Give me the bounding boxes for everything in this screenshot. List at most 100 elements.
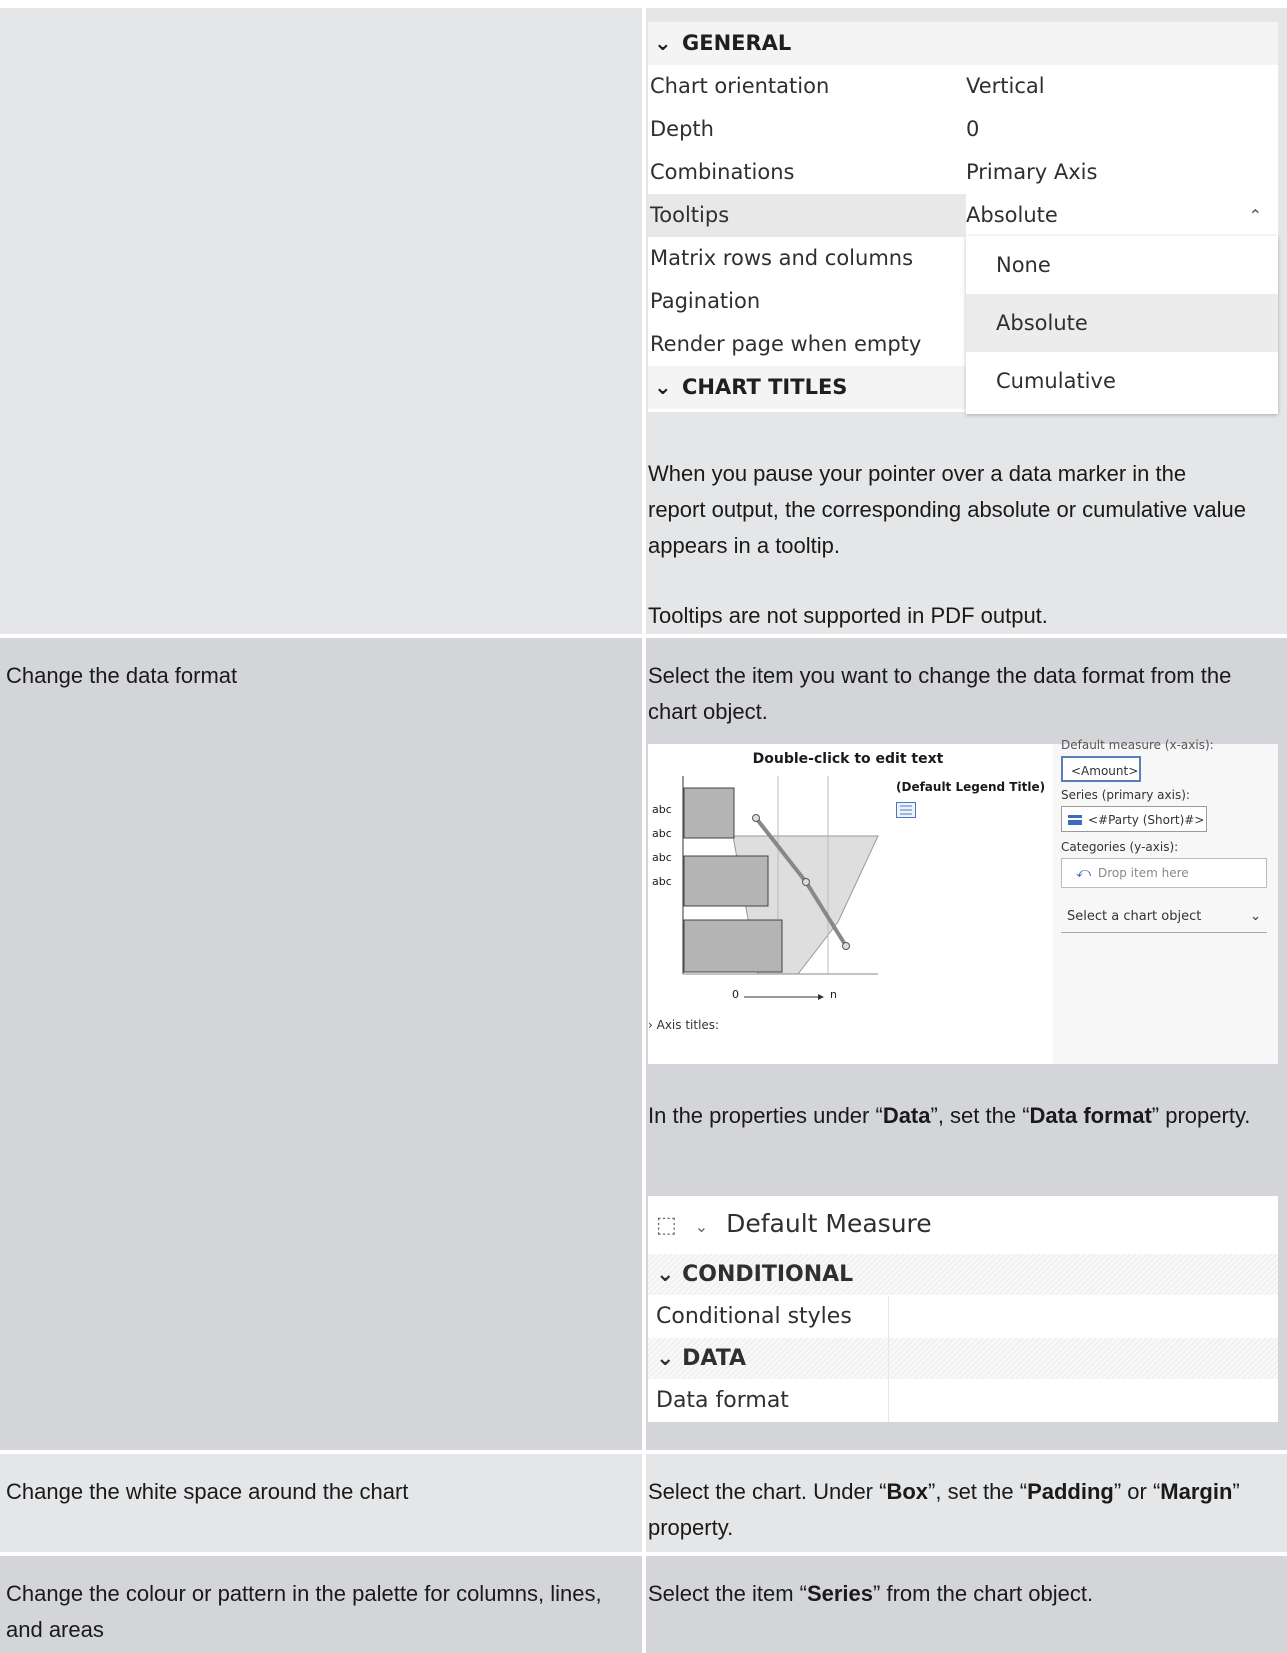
x-axis-arrow-icon (744, 994, 824, 1000)
series-value: <#Party (Short)#> (1088, 813, 1205, 827)
step-set-padding-margin: Select the chart. Under “Box”, set the “… (648, 1474, 1258, 1546)
tooltip-pdf-note: Tooltips are not supported in PDF output… (648, 603, 1048, 628)
emph-box: Box (886, 1479, 929, 1504)
section-chart-titles[interactable]: ⌄ CHART TITLES (648, 366, 966, 409)
drop-arrow-icon: ⤺ (1076, 865, 1091, 881)
categories-label: Categories (y-axis): (1061, 840, 1179, 854)
step-set-data-format: In the properties under “Data”, set the … (648, 1098, 1258, 1134)
y-label: abc (652, 827, 672, 840)
chevron-up-icon[interactable]: ⌃ (1249, 194, 1262, 237)
task-change-white-space: Change the white space around the chart (6, 1479, 409, 1504)
text: In the properties under “ (648, 1103, 883, 1128)
text: Select the item “ (648, 1581, 807, 1606)
section-conditional[interactable]: ⌄ CONDITIONAL (648, 1254, 1278, 1295)
dropdown-option-absolute[interactable]: Absolute (966, 294, 1278, 352)
prop-value: 0 (966, 117, 980, 141)
prop-value: Primary Axis (966, 160, 1098, 184)
dropdown-option-cumulative[interactable]: Cumulative (966, 352, 1278, 410)
prop-row-matrix[interactable]: Matrix rows and columns (648, 237, 966, 280)
y-label: abc (652, 851, 672, 864)
prop-label: Tooltips (650, 203, 730, 227)
step-select-item: Select the item you want to change the d… (648, 663, 1232, 724)
section-general[interactable]: ⌄ GENERAL (648, 22, 1278, 65)
categories-drop-box[interactable]: ⤺ Drop item here (1061, 858, 1267, 888)
properties-panel-general: ⌄ GENERAL Chart orientation Vertical Dep… (648, 22, 1278, 414)
section-data[interactable]: ⌄ DATA (648, 1338, 1278, 1379)
row2-left-cell (0, 638, 642, 1450)
chevron-down-icon[interactable]: ⌄ (685, 1217, 718, 1236)
prop-row-render-empty[interactable]: Render page when empty (648, 323, 966, 366)
prop-row-combinations[interactable]: Combinations Primary Axis (648, 151, 1278, 194)
prop-row-depth[interactable]: Depth 0 (648, 108, 1278, 151)
chevron-down-icon: ⌄ (656, 1262, 675, 1287)
emph-data: Data (882, 1103, 931, 1128)
legend-title[interactable]: (Default Legend Title) (896, 780, 1045, 794)
series-box[interactable]: <#Party (Short)#> (1061, 806, 1207, 832)
prop-row-conditional-styles[interactable]: Conditional styles (648, 1296, 1278, 1337)
default-measure-label: Default measure (x-axis): (1061, 738, 1214, 752)
chevron-down-icon: ⌄ (654, 31, 672, 55)
emph-padding: Padding (1027, 1479, 1114, 1504)
chart-drop-zones: Default measure (x-axis): <Amount> Serie… (1053, 738, 1278, 1064)
dropdown-option-none[interactable]: None (966, 236, 1278, 294)
section-conditional-label: CONDITIONAL (682, 1262, 854, 1287)
emph-margin: Margin (1160, 1479, 1233, 1504)
y-axis-labels: abc abc abc abc (652, 798, 672, 894)
chart-plot-area[interactable] (648, 774, 898, 984)
column-divider (888, 1296, 889, 1422)
axis-titles-label: Axis titles: (656, 1018, 720, 1032)
y-label: abc (652, 803, 672, 816)
prop-row-chart-orientation[interactable]: Chart orientation Vertical (648, 65, 1278, 108)
section-data-label: DATA (682, 1346, 747, 1371)
categories-drop-text: Drop item here (1098, 866, 1189, 880)
x-axis-end: n (830, 988, 837, 1001)
prop-label: Render page when empty (650, 332, 922, 356)
properties-panel-default-measure: ⬚ ⌄ Default Measure ⌄ CONDITIONAL Condit… (648, 1196, 1278, 1422)
chart-title[interactable]: Double-click to edit text (648, 744, 1048, 774)
chart-object-screenshot: Double-click to edit text (Default Legen… (648, 738, 1278, 1064)
prop-label: Matrix rows and columns (650, 246, 914, 270)
prop-value: Vertical (966, 74, 1045, 98)
emph-series: Series (806, 1581, 874, 1606)
task-change-palette: Change the colour or pattern in the pale… (6, 1581, 602, 1642)
prop-label: Chart orientation (650, 74, 830, 98)
text: ” from the chart object. (873, 1581, 1094, 1606)
y-label: abc (652, 875, 672, 888)
step-select-series: Select the item “Series” from the chart … (648, 1576, 1258, 1612)
prop-label: Conditional styles (656, 1304, 852, 1329)
tooltips-select[interactable]: Absolute ⌃ (966, 194, 1278, 238)
text: ” property. (1151, 1103, 1251, 1128)
emph-data-format: Data format (1029, 1103, 1152, 1128)
text: Select the chart. Under “ (648, 1479, 887, 1504)
prop-label: Pagination (650, 289, 761, 313)
prop-row-data-format[interactable]: Data format (648, 1380, 1278, 1421)
select-chart-object-dropdown[interactable]: Select a chart object ⌄ (1061, 902, 1267, 933)
series-icon (1068, 815, 1082, 825)
prop-label: Combinations (650, 160, 795, 184)
prop-label: Data format (656, 1388, 789, 1413)
text: ” or “ (1113, 1479, 1161, 1504)
prop-row-tooltips[interactable]: Tooltips (648, 194, 966, 237)
tooltips-select-value: Absolute (966, 203, 1058, 227)
chevron-down-icon: ⌄ (1250, 909, 1261, 924)
select-ancestor-icon[interactable]: ⬚ (656, 1213, 677, 1238)
text: ”, set the “ (930, 1103, 1030, 1128)
task-change-data-format: Change the data format (6, 663, 238, 688)
series-label: Series (primary axis): (1061, 788, 1190, 802)
legend-icon[interactable] (896, 802, 916, 818)
panel2-header[interactable]: ⬚ ⌄ Default Measure (648, 1196, 1278, 1252)
default-measure-box[interactable]: <Amount> (1061, 756, 1141, 782)
row1-left-cell (0, 8, 642, 634)
section-general-label: GENERAL (682, 31, 792, 55)
tooltips-dropdown-menu: None Absolute Cumulative (966, 236, 1278, 414)
chevron-down-icon: ⌄ (656, 1346, 675, 1371)
panel2-header-title: Default Measure (726, 1209, 932, 1238)
chevron-down-icon: ⌄ (654, 375, 672, 399)
x-axis-start: 0 (732, 988, 739, 1001)
axis-titles-toggle[interactable]: › Axis titles: (648, 1018, 719, 1032)
text: ”, set the “ (928, 1479, 1028, 1504)
chevron-right-icon: › (648, 1018, 657, 1032)
select-chart-object-label: Select a chart object (1067, 909, 1202, 924)
prop-row-pagination[interactable]: Pagination (648, 280, 966, 323)
prop-label: Depth (650, 117, 714, 141)
